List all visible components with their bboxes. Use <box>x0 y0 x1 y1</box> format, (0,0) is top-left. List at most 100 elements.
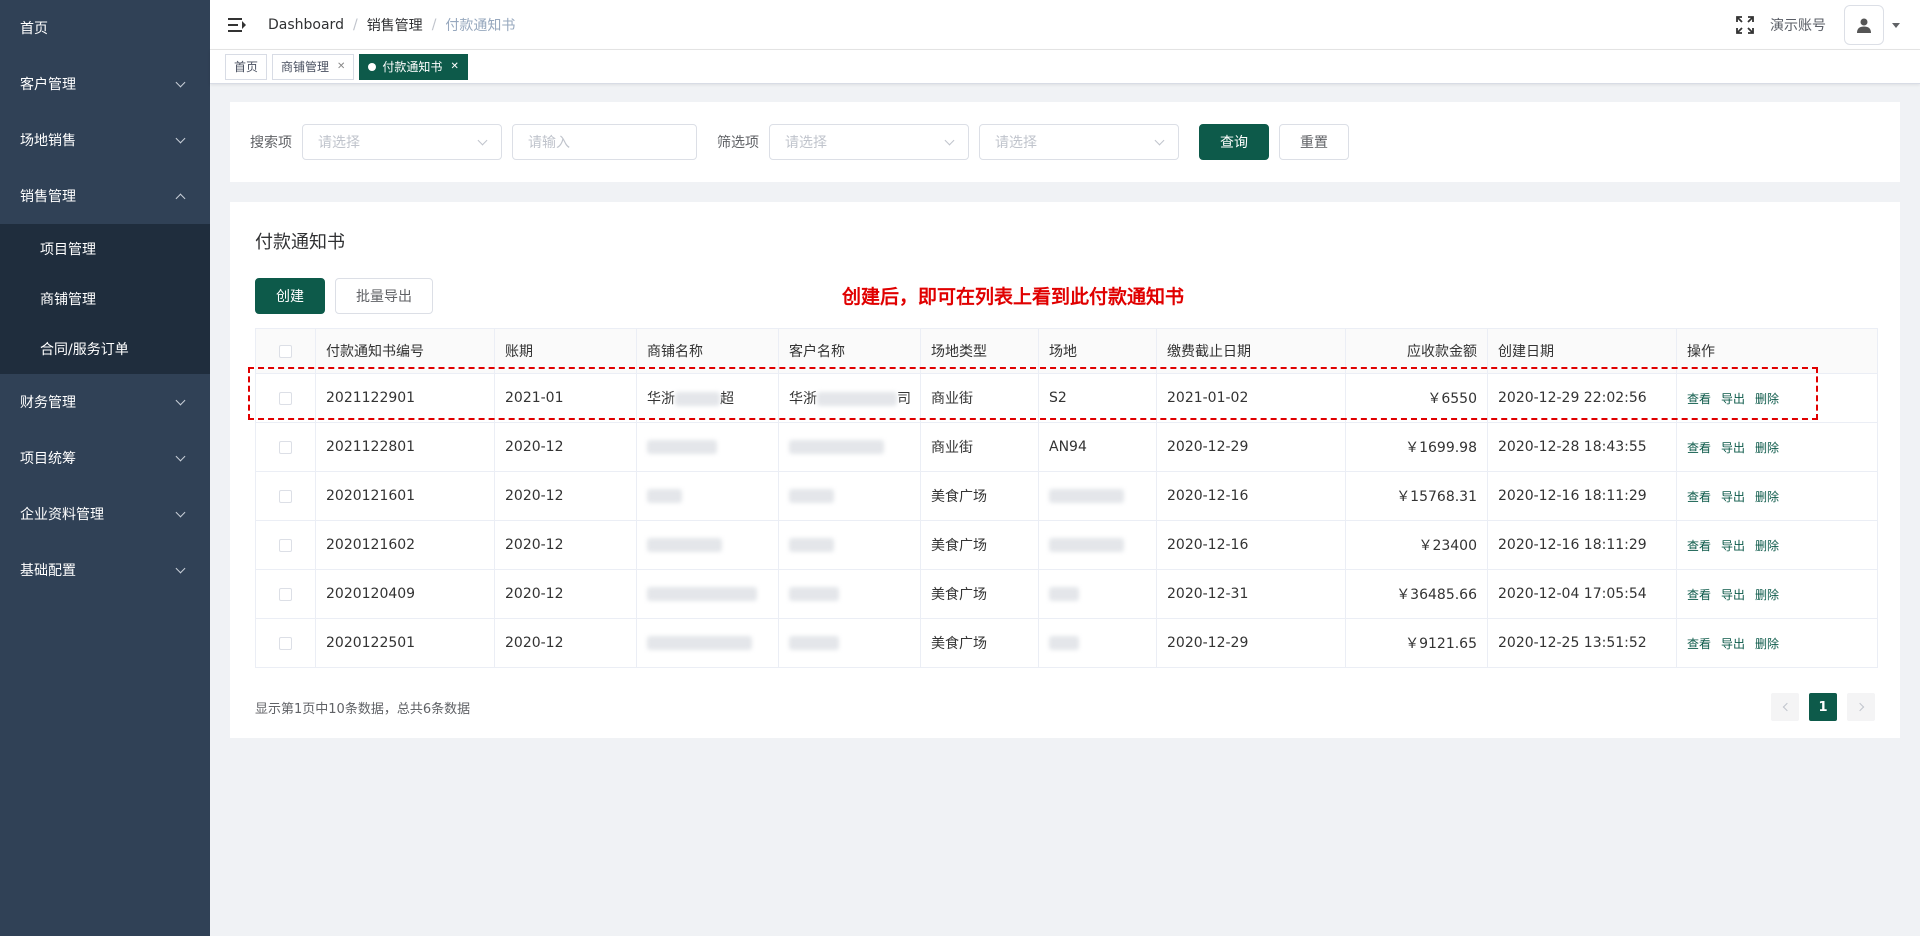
sidebar-subitem-shops[interactable]: 商铺管理 <box>0 274 210 324</box>
cell-customer <box>778 471 921 521</box>
sidebar-subitem-contracts[interactable]: 合同/服务订单 <box>0 324 210 374</box>
redacted-text <box>817 392 897 406</box>
breadcrumb: Dashboard / 销售管理 / 付款通知书 <box>268 15 515 35</box>
cell-id: 2020120409 <box>315 569 495 619</box>
caret-down-icon[interactable] <box>1892 22 1900 28</box>
view-link[interactable]: 查看 <box>1687 637 1711 651</box>
redacted-text <box>647 489 682 503</box>
cell-customer: 华浙司 <box>778 373 921 423</box>
export-link[interactable]: 导出 <box>1721 490 1745 504</box>
sidebar-item-home[interactable]: 首页 <box>0 0 210 56</box>
redacted-text <box>647 636 752 650</box>
sidebar-subitem-projects[interactable]: 项目管理 <box>0 224 210 274</box>
delete-link[interactable]: 删除 <box>1755 637 1779 651</box>
search-input[interactable]: 请输入 <box>512 124 697 160</box>
close-icon[interactable]: ✕ <box>337 55 345 79</box>
sidebar-item-finance[interactable]: 财务管理 <box>0 374 210 430</box>
sidebar-item-enterprise-data[interactable]: 企业资料管理 <box>0 486 210 542</box>
batch-export-button[interactable]: 批量导出 <box>335 278 433 314</box>
sidebar-item-label: 销售管理 <box>20 189 76 205</box>
payment-notice-table: 付款通知书编号 账期 商铺名称 客户名称 场地类型 场地 缴费截止日期 应收款金… <box>255 328 1878 668</box>
delete-link[interactable]: 删除 <box>1755 539 1779 553</box>
cell-site: AN94 <box>1038 422 1157 472</box>
query-button[interactable]: 查询 <box>1199 124 1269 160</box>
header-right: 演示账号 <box>1736 0 1900 50</box>
sidebar-item-venue-sales[interactable]: 场地销售 <box>0 112 210 168</box>
chevron-down-icon <box>175 451 186 461</box>
column-header: 付款通知书编号 <box>315 328 495 374</box>
redacted-text <box>1049 489 1124 503</box>
chevron-down-icon <box>477 135 488 145</box>
delete-link[interactable]: 删除 <box>1755 441 1779 455</box>
tag-shop-management[interactable]: 商铺管理 ✕ <box>272 53 355 80</box>
sidebar-item-customers[interactable]: 客户管理 <box>0 56 210 112</box>
export-link[interactable]: 导出 <box>1721 539 1745 553</box>
chevron-left-icon <box>1782 702 1791 712</box>
filter-select-1[interactable]: 请选择 <box>769 124 969 160</box>
chevron-down-icon <box>175 563 186 573</box>
sidebar-submenu: 项目管理 商铺管理 合同/服务订单 <box>0 224 210 374</box>
sidebar-item-project-planning[interactable]: 项目统筹 <box>0 430 210 486</box>
row-checkbox[interactable] <box>279 636 292 650</box>
view-link[interactable]: 查看 <box>1687 441 1711 455</box>
breadcrumb-separator: / <box>431 16 437 33</box>
view-link[interactable]: 查看 <box>1687 490 1711 504</box>
export-link[interactable]: 导出 <box>1721 588 1745 602</box>
redacted-text <box>675 392 720 406</box>
close-icon[interactable]: ✕ <box>450 55 458 79</box>
delete-link[interactable]: 删除 <box>1755 588 1779 602</box>
reset-button[interactable]: 重置 <box>1279 124 1349 160</box>
sidebar-item-base-config[interactable]: 基础配置 <box>0 542 210 598</box>
delete-link[interactable]: 删除 <box>1755 490 1779 504</box>
filter-field-label: 筛选项 <box>717 135 759 151</box>
menu-fold-icon[interactable] <box>228 17 246 32</box>
view-link[interactable]: 查看 <box>1687 392 1711 406</box>
pagination-summary: 显示第1页中10条数据，总共6条数据 <box>255 701 471 717</box>
export-link[interactable]: 导出 <box>1721 392 1745 406</box>
column-header: 操作 <box>1676 328 1878 374</box>
cell-venue-type: 美食广场 <box>920 520 1039 570</box>
redacted-text <box>789 440 884 454</box>
row-checkbox[interactable] <box>279 440 292 454</box>
search-field-select[interactable]: 请选择 <box>302 124 502 160</box>
avatar[interactable] <box>1844 5 1884 45</box>
sidebar-item-sales-management[interactable]: 销售管理 <box>0 168 210 224</box>
breadcrumb-item[interactable]: Dashboard <box>268 17 344 33</box>
row-checkbox[interactable] <box>279 587 292 601</box>
redacted-text <box>1049 587 1079 601</box>
row-checkbox[interactable] <box>279 489 292 503</box>
cell-id: 2020122501 <box>315 618 495 668</box>
column-header: 商铺名称 <box>636 328 779 374</box>
cell-customer <box>778 569 921 619</box>
create-button[interactable]: 创建 <box>255 278 325 314</box>
cell-created: 2020-12-16 18:11:29 <box>1487 471 1677 521</box>
view-link[interactable]: 查看 <box>1687 588 1711 602</box>
page-number-button[interactable]: 1 <box>1809 693 1837 721</box>
view-link[interactable]: 查看 <box>1687 539 1711 553</box>
annotation-text: 创建后，即可在列表上看到此付款通知书 <box>842 286 1185 308</box>
prev-page-button[interactable] <box>1771 693 1799 721</box>
breadcrumb-item: 销售管理 <box>366 17 423 34</box>
next-page-button[interactable] <box>1847 693 1875 721</box>
export-link[interactable]: 导出 <box>1721 637 1745 651</box>
export-link[interactable]: 导出 <box>1721 441 1745 455</box>
tag-home[interactable]: 首页 <box>225 53 268 80</box>
select-all-checkbox[interactable] <box>279 344 292 358</box>
cell-id: 2020121602 <box>315 520 495 570</box>
row-checkbox[interactable] <box>279 391 292 405</box>
delete-link[interactable]: 删除 <box>1755 392 1779 406</box>
row-checkbox[interactable] <box>279 538 292 552</box>
cell-shop <box>636 569 779 619</box>
sidebar-item-label: 场地销售 <box>20 133 76 149</box>
chevron-up-icon <box>175 193 186 203</box>
redacted-text <box>789 538 834 552</box>
tag-payment-notice[interactable]: 付款通知书 ✕ <box>359 53 468 80</box>
cell-id: 2020121601 <box>315 471 495 521</box>
redacted-text <box>647 440 717 454</box>
cell-operations: 查看 导出 删除 <box>1676 520 1878 570</box>
redacted-text <box>789 489 834 503</box>
account-name[interactable]: 演示账号 <box>1770 15 1826 35</box>
fullscreen-icon[interactable] <box>1736 16 1754 34</box>
filter-select-2[interactable]: 请选择 <box>979 124 1179 160</box>
cell-operations: 查看 导出 删除 <box>1676 569 1878 619</box>
